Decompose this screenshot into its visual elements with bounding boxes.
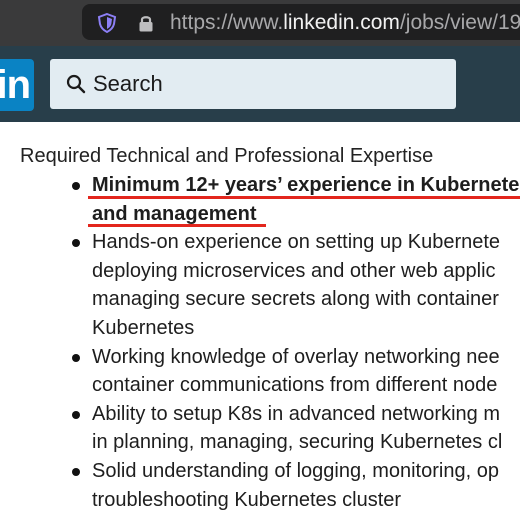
section-heading: Required Technical and Professional Expe… <box>20 145 434 167</box>
list-item-line: container communications from different … <box>92 374 498 397</box>
search-icon <box>66 74 86 94</box>
list-item-line: Ability to setup K8s in advanced network… <box>92 402 500 425</box>
bullet-icon <box>72 467 80 476</box>
url-path: /jobs/view/19 <box>399 11 520 34</box>
url-prefix: https://www. <box>170 11 284 34</box>
job-description: Required Technical and Professional Expe… <box>0 122 520 520</box>
list-item: Hands-on experience on setting up Kubern… <box>0 228 520 342</box>
list-item: Ability to setup K8s in advanced network… <box>0 400 520 457</box>
bullet-icon <box>72 239 80 248</box>
url-text[interactable]: https://www.linkedin.com/jobs/view/19 <box>170 10 520 36</box>
list-item-line: Working knowledge of overlay networking … <box>92 345 500 368</box>
list-item-line: Hands-on experience on setting up Kubern… <box>92 231 501 254</box>
bullet-icon <box>72 353 80 362</box>
url-domain: linkedin.com <box>283 11 400 34</box>
list-item: Solid understanding of logging, monitori… <box>0 457 520 514</box>
linkedin-header: in Search <box>0 46 520 122</box>
shield-icon[interactable] <box>97 13 117 33</box>
lock-icon <box>139 16 153 32</box>
list-item: Minimum 12+ years’ experience in Kuberne… <box>0 171 520 228</box>
highlight-underline <box>88 224 266 227</box>
bullet-icon <box>72 182 80 190</box>
list-item-line: managing secure secrets along with conta… <box>92 288 499 311</box>
linkedin-logo[interactable]: in <box>0 59 34 111</box>
search-input[interactable]: Search <box>50 59 456 109</box>
requirements-list: Minimum 12+ years’ experience in Kuberne… <box>0 171 520 514</box>
list-item: Working knowledge of overlay networking … <box>0 343 520 400</box>
list-item-line: Kubernetes <box>92 316 195 339</box>
bullet-icon <box>72 410 80 419</box>
list-item-line: Solid understanding of logging, monitori… <box>92 459 499 482</box>
browser-toolbar: https://www.linkedin.com/jobs/view/19 <box>0 0 520 46</box>
list-item-line: deploying microservices and other web ap… <box>92 259 496 282</box>
list-item-line: in planning, managing, securing Kubernet… <box>92 431 503 454</box>
address-bar[interactable]: https://www.linkedin.com/jobs/view/19 <box>82 4 520 40</box>
list-item-line: troubleshooting Kubernetes cluster <box>92 488 402 511</box>
search-placeholder: Search <box>93 71 163 96</box>
highlight-underline <box>88 196 520 199</box>
